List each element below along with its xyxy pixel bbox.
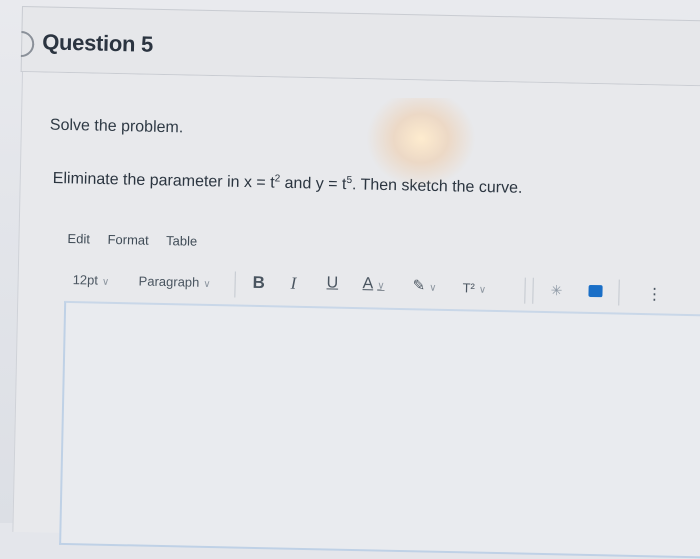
problem-prefix: Eliminate the parameter in x = t xyxy=(52,169,275,192)
superscript-label: T² xyxy=(462,280,476,296)
superscript-button[interactable]: T² ∨ xyxy=(462,280,486,295)
text-color-label: A xyxy=(362,275,374,293)
underline-button[interactable]: U xyxy=(326,274,338,292)
question-title: Question 5 xyxy=(41,29,154,57)
page: Question 5 Solve the problem. Eliminate … xyxy=(0,0,700,559)
font-size-value: 12pt xyxy=(72,272,99,288)
text-color-button[interactable]: A ∨ xyxy=(362,275,384,293)
embed-icon[interactable] xyxy=(588,283,603,298)
menu-table[interactable]: Table xyxy=(166,233,197,249)
chevron-down-icon: ∨ xyxy=(429,282,437,294)
chevron-down-icon: ∨ xyxy=(478,284,487,296)
problem-text: Eliminate the parameter in x = t2 and y … xyxy=(53,169,523,198)
italic-button[interactable]: I xyxy=(290,274,296,294)
problem-middle: and y = t xyxy=(280,174,347,194)
instruction-text: Solve the problem. xyxy=(49,116,184,137)
highlight-pen-icon: ✎ xyxy=(412,277,426,295)
answer-editor[interactable] xyxy=(59,300,700,559)
collapse-arrow-icon[interactable] xyxy=(2,25,40,63)
bold-button[interactable]: B xyxy=(252,273,265,293)
chevron-down-icon: ∨ xyxy=(203,278,211,290)
sparkle-icon[interactable]: ✳ xyxy=(550,282,562,299)
toolbar-divider xyxy=(524,277,526,304)
toolbar-divider xyxy=(234,271,236,298)
highlight-button[interactable]: ✎ ∨ xyxy=(412,276,436,294)
editor-menubar: Edit Format Table xyxy=(67,231,211,249)
block-format-select[interactable]: Paragraph ∨ xyxy=(138,273,210,290)
problem-suffix: . Then sketch the curve. xyxy=(351,176,523,197)
question-body: Solve the problem. Eliminate the paramet… xyxy=(12,72,700,559)
menu-format[interactable]: Format xyxy=(107,232,148,248)
font-size-select[interactable]: 12pt ∨ xyxy=(73,272,110,288)
more-icon[interactable]: ⋮ xyxy=(646,284,662,304)
toolbar-divider xyxy=(532,277,534,304)
chevron-down-icon: ∨ xyxy=(377,280,385,292)
chevron-down-icon: ∨ xyxy=(101,276,110,288)
block-format-value: Paragraph xyxy=(138,273,200,290)
toolbar-divider xyxy=(618,279,620,306)
menu-edit[interactable]: Edit xyxy=(67,231,90,246)
